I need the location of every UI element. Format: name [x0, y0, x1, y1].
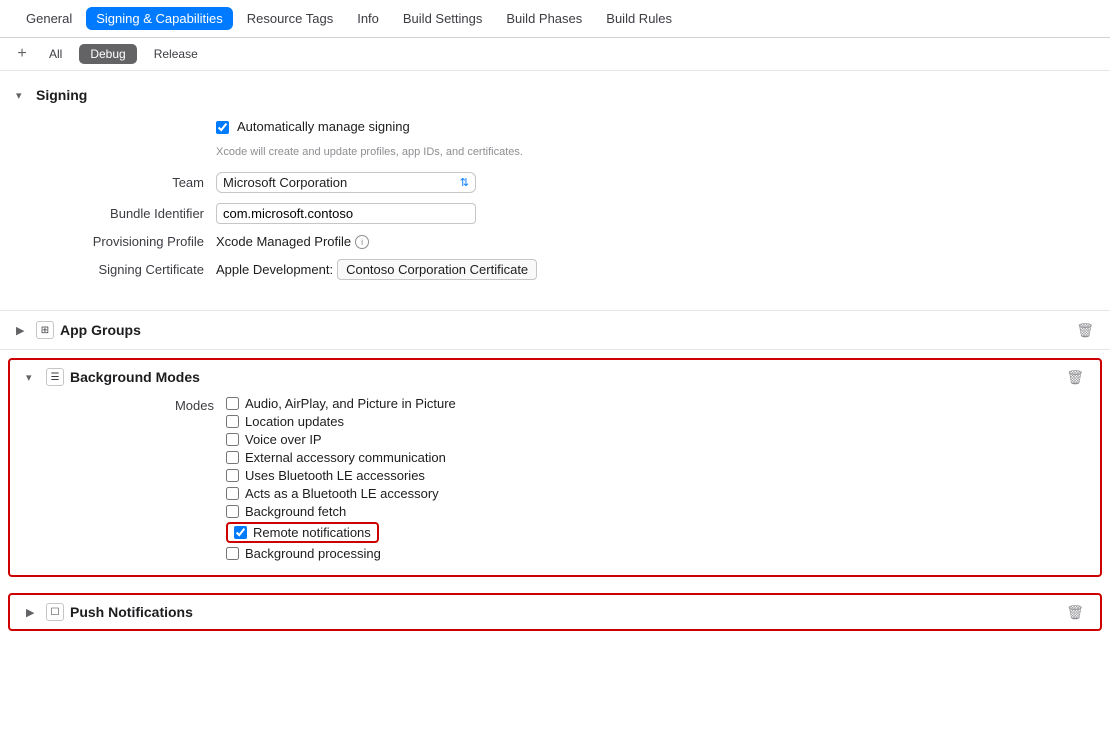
app-groups-icon: ⊞	[36, 321, 54, 339]
tab-build-settings[interactable]: Build Settings	[393, 7, 493, 30]
signing-cert-value: Contoso Corporation Certificate	[337, 259, 537, 280]
app-groups-delete-icon[interactable]: 🗑	[1076, 322, 1094, 339]
push-notifications-chevron-right: ▶	[26, 606, 40, 619]
auto-manage-signing-sublabel: Xcode will create and update profiles, a…	[216, 146, 1094, 158]
mode-label-bg-fetch: Background fetch	[245, 504, 346, 519]
bundle-identifier-row: Bundle Identifier	[16, 203, 1094, 224]
team-select[interactable]: Microsoft Corporation ⇅	[216, 172, 476, 193]
mode-checkbox-bluetooth-le-acts[interactable]	[226, 487, 239, 500]
app-groups-header: ▶ ⊞ App Groups 🗑	[16, 321, 1094, 339]
tab-build-rules[interactable]: Build Rules	[596, 7, 682, 30]
mode-label-bluetooth-le-acts: Acts as a Bluetooth LE accessory	[245, 486, 439, 501]
mode-checkbox-audio[interactable]	[226, 397, 239, 410]
auto-manage-signing-checkbox[interactable]	[216, 121, 229, 134]
mode-checkbox-remote-notif[interactable]	[234, 526, 247, 539]
app-groups-chevron-right: ▶	[16, 324, 30, 337]
app-groups-section: ▶ ⊞ App Groups 🗑	[0, 311, 1110, 350]
team-label: Team	[16, 175, 216, 190]
mode-checkbox-bg-fetch[interactable]	[226, 505, 239, 518]
signing-section: ▾ Signing Automatically manage signing X…	[0, 71, 1110, 311]
push-notifications-delete-icon[interactable]: 🗑	[1066, 604, 1084, 621]
modes-list: Audio, AirPlay, and Picture in Picture L…	[226, 396, 456, 561]
add-capability-button[interactable]: +	[12, 44, 32, 64]
mode-checkbox-bluetooth-le[interactable]	[226, 469, 239, 482]
provisioning-profile-info-icon[interactable]: i	[355, 235, 369, 249]
background-modes-highlighted-wrapper: ▾ ☰ Background Modes 🗑 Modes	[8, 358, 1102, 577]
signing-chevron-down: ▾	[16, 89, 30, 102]
push-notifications-icon: ☐	[46, 603, 64, 621]
push-notifications-section: ▶ ☐ Push Notifications 🗑	[10, 595, 1100, 629]
mode-label-voip: Voice over IP	[245, 432, 322, 447]
background-modes-body: Modes Audio, AirPlay, and Picture in Pic…	[26, 386, 1084, 575]
mode-item-bg-processing: Background processing	[226, 546, 456, 561]
main-content: ▾ Signing Automatically manage signing X…	[0, 71, 1110, 744]
mode-checkbox-location[interactable]	[226, 415, 239, 428]
mode-checkbox-bg-processing[interactable]	[226, 547, 239, 560]
mode-label-bluetooth-le: Uses Bluetooth LE accessories	[245, 468, 425, 483]
mode-item-bg-fetch: Background fetch	[226, 504, 456, 519]
mode-item-location: Location updates	[226, 414, 456, 429]
modes-row: Modes Audio, AirPlay, and Picture in Pic…	[66, 396, 1084, 561]
signing-title: Signing	[36, 87, 87, 103]
mode-label-location: Location updates	[245, 414, 344, 429]
team-row: Team Microsoft Corporation ⇅	[16, 172, 1094, 193]
background-modes-header[interactable]: ▾ ☰ Background Modes 🗑	[26, 368, 1084, 386]
mode-label-external-accessory: External accessory communication	[245, 450, 446, 465]
bundle-identifier-input[interactable]	[216, 203, 476, 224]
tab-resource-tags[interactable]: Resource Tags	[237, 7, 343, 30]
mode-item-remote-notif: Remote notifications	[226, 522, 456, 543]
auto-manage-signing-row: Automatically manage signing	[216, 119, 1094, 134]
filter-bar: + All Debug Release	[0, 38, 1110, 71]
push-notifications-title: Push Notifications	[70, 604, 193, 620]
push-notifications-wrapper-outer: ▶ ☐ Push Notifications 🗑	[0, 585, 1110, 639]
signing-cert-prefix: Apple Development:	[216, 262, 333, 277]
app-groups-title: App Groups	[60, 322, 141, 338]
filter-release-button[interactable]: Release	[143, 44, 209, 64]
modes-label: Modes	[66, 396, 226, 413]
mode-label-bg-processing: Background processing	[245, 546, 381, 561]
background-modes-chevron-down: ▾	[26, 371, 40, 384]
background-modes-title: Background Modes	[70, 369, 200, 385]
auto-manage-signing-label: Automatically manage signing	[237, 119, 410, 134]
signing-certificate-label: Signing Certificate	[16, 262, 216, 277]
mode-item-bluetooth-le-acts: Acts as a Bluetooth LE accessory	[226, 486, 456, 501]
provisioning-profile-value: Xcode Managed Profile	[216, 234, 351, 249]
filter-all-button[interactable]: All	[38, 44, 73, 64]
provisioning-profile-row: Provisioning Profile Xcode Managed Profi…	[16, 234, 1094, 249]
tab-bar: General Signing & Capabilities Resource …	[0, 0, 1110, 38]
filter-debug-button[interactable]: Debug	[79, 44, 136, 64]
tab-build-phases[interactable]: Build Phases	[496, 7, 592, 30]
mode-checkbox-external-accessory[interactable]	[226, 451, 239, 464]
background-modes-section: ▾ ☰ Background Modes 🗑 Modes	[10, 360, 1100, 575]
bundle-identifier-label: Bundle Identifier	[16, 206, 216, 221]
provisioning-profile-label: Provisioning Profile	[16, 234, 216, 249]
tab-signing-capabilities[interactable]: Signing & Capabilities	[86, 7, 232, 30]
signing-section-header[interactable]: ▾ Signing	[16, 87, 1094, 103]
remote-notifications-highlighted-wrapper: Remote notifications	[226, 522, 379, 543]
mode-item-bluetooth-le: Uses Bluetooth LE accessories	[226, 468, 456, 483]
push-notifications-highlighted-wrapper: ▶ ☐ Push Notifications 🗑	[8, 593, 1102, 631]
background-modes-delete-icon[interactable]: 🗑	[1066, 369, 1084, 386]
tab-general[interactable]: General	[16, 7, 82, 30]
mode-item-voip: Voice over IP	[226, 432, 456, 447]
team-select-arrow-icon: ⇅	[460, 176, 469, 189]
mode-item-external-accessory: External accessory communication	[226, 450, 456, 465]
background-modes-wrapper-outer: ▾ ☰ Background Modes 🗑 Modes	[0, 350, 1110, 585]
mode-label-remote-notif: Remote notifications	[253, 525, 371, 540]
mode-checkbox-voip[interactable]	[226, 433, 239, 446]
mode-item-audio: Audio, AirPlay, and Picture in Picture	[226, 396, 456, 411]
mode-label-audio: Audio, AirPlay, and Picture in Picture	[245, 396, 456, 411]
team-select-value: Microsoft Corporation	[223, 175, 347, 190]
push-notifications-header[interactable]: ▶ ☐ Push Notifications 🗑	[26, 603, 1084, 621]
signing-certificate-row: Signing Certificate Apple Development: C…	[16, 259, 1094, 280]
tab-info[interactable]: Info	[347, 7, 389, 30]
background-modes-icon: ☰	[46, 368, 64, 386]
